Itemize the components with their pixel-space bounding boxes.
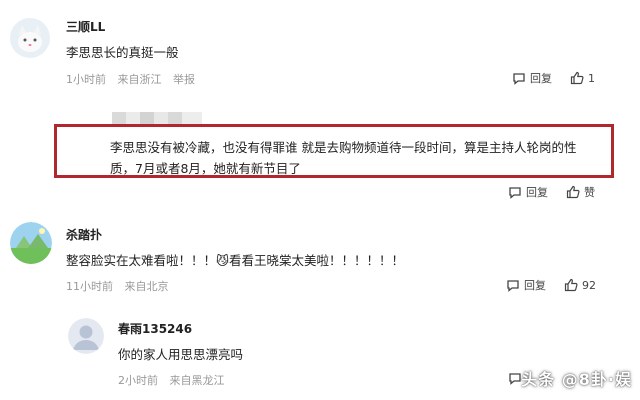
timestamp: 11小时前: [66, 280, 113, 293]
comment-meta: 2小时前 来自黑龙江: [118, 372, 233, 388]
username[interactable]: 春雨135246: [118, 320, 192, 337]
reply-icon: [509, 187, 521, 199]
location: 来自浙江: [117, 73, 162, 86]
reply-icon: [507, 280, 519, 292]
comment-text-line2: 质，7月或者8月，她就有新节目了: [110, 161, 301, 176]
like-button[interactable]: 92: [564, 278, 596, 292]
comment-meta: 1小时前 来自浙江 举报: [66, 71, 203, 87]
like-button[interactable]: 赞: [566, 184, 595, 200]
comment-text: 整容脸实在太难看啦！！！😼看看王晓棠太美啦！！！！！！: [66, 253, 405, 268]
reply-button[interactable]: 回复: [508, 184, 548, 200]
report-link[interactable]: 举报: [173, 73, 195, 86]
timestamp: 1小时前: [66, 73, 106, 86]
username[interactable]: 三顺LL: [66, 18, 105, 35]
thumbs-up-icon: [570, 71, 584, 85]
reply-button[interactable]: 回复: [512, 70, 552, 86]
comment-text: 你的家人用思思漂亮吗: [118, 347, 244, 362]
timestamp: 2小时前: [118, 374, 158, 387]
thumbs-up-icon: [566, 185, 580, 199]
reply-icon: [509, 373, 521, 385]
reply-button[interactable]: 回复: [506, 277, 546, 293]
location: 来自黑龙江: [169, 374, 225, 387]
comment-text: 李思思长的真挺一般: [66, 45, 179, 60]
thumbs-up-icon: [564, 278, 578, 292]
comment-actions: 回复 92: [506, 277, 596, 293]
comment-text-line1: 李思思没有被冷藏，也没有得罪谁 就是去购物频道待一段时间，算是主持人轮岗的性: [110, 140, 577, 155]
avatar[interactable]: [10, 222, 52, 264]
comment-meta: 11小时前 来自北京: [66, 278, 177, 294]
location: 来自北京: [124, 280, 169, 293]
avatar[interactable]: [10, 18, 50, 58]
comment-actions: 回复 赞: [508, 184, 595, 200]
reply-icon: [513, 73, 525, 85]
avatar[interactable]: [68, 318, 104, 354]
watermark: 头条 @8卦·娱: [521, 370, 632, 389]
username[interactable]: 杀踏扑: [66, 226, 102, 243]
comment-actions: 回复 1: [512, 70, 595, 86]
like-button[interactable]: 1: [570, 71, 595, 85]
